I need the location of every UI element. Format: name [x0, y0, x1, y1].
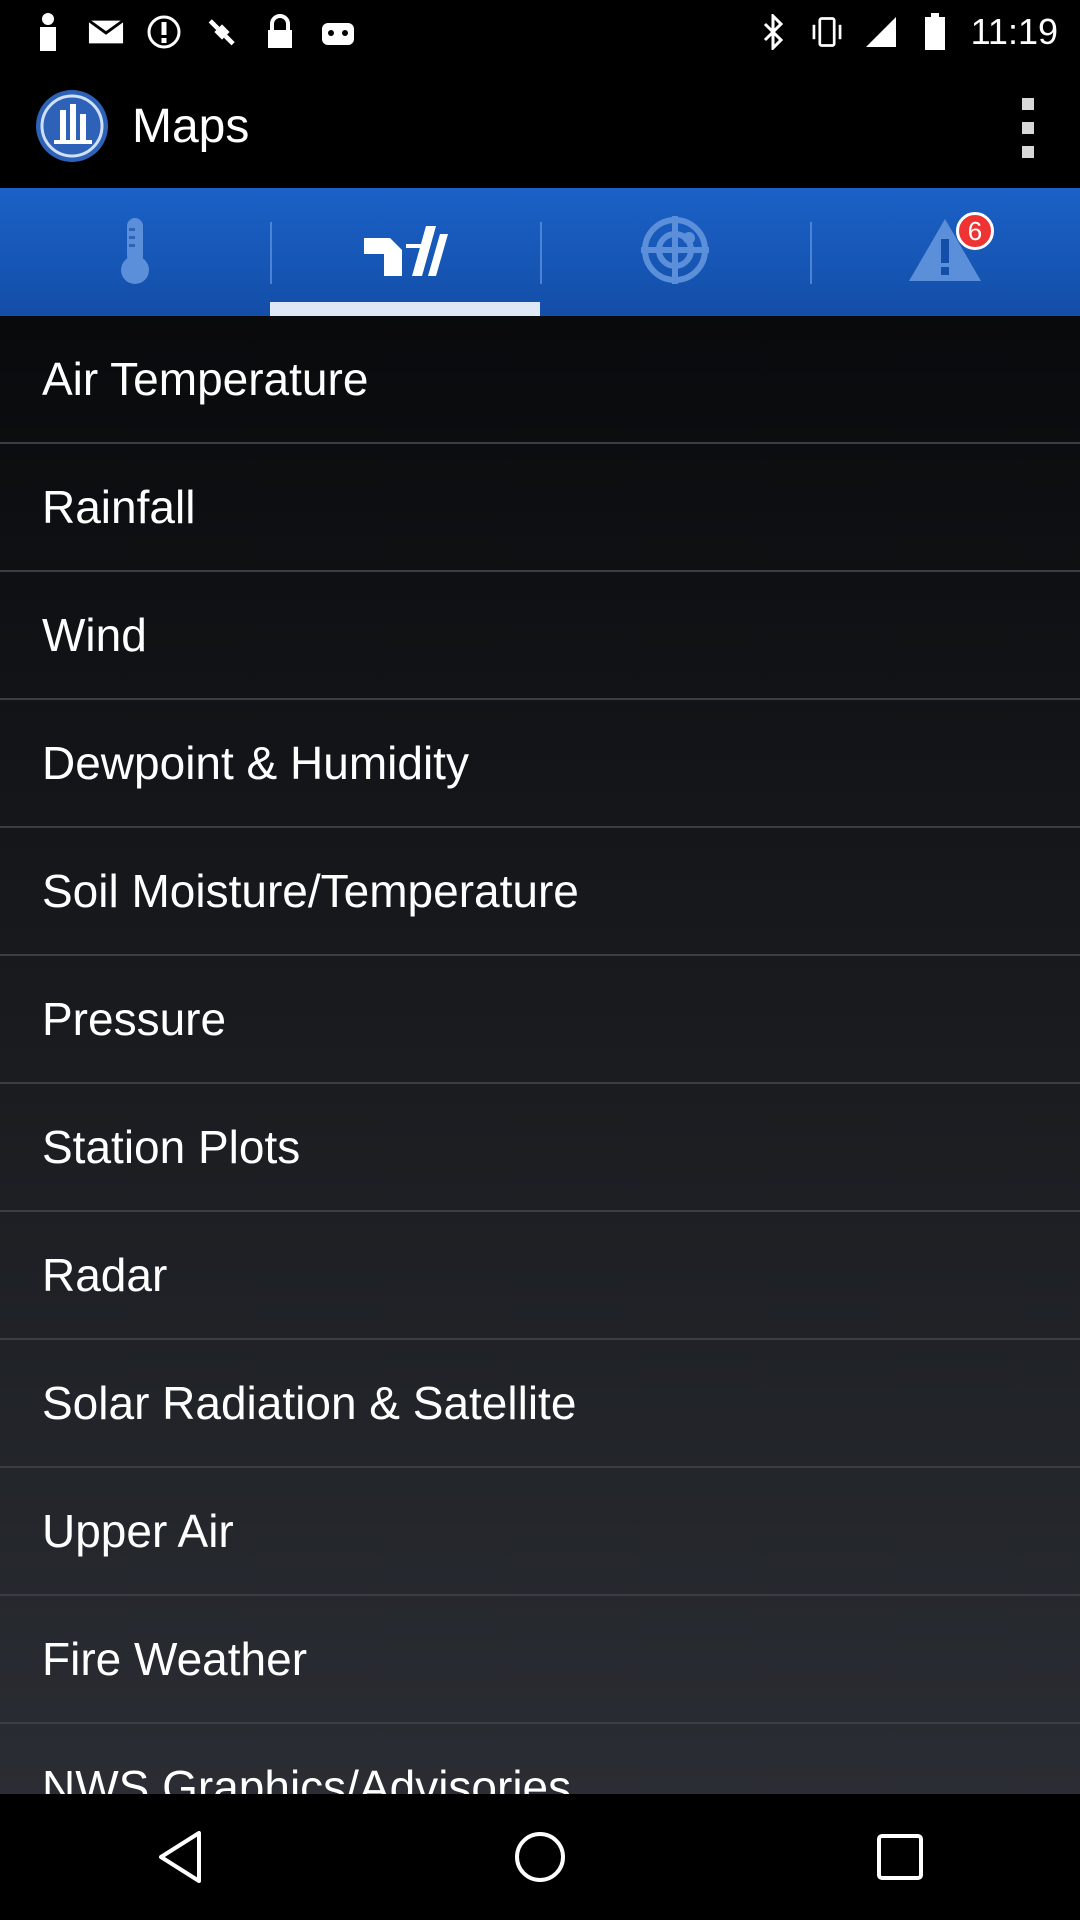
list-item-air-temperature[interactable]: Air Temperature [0, 316, 1080, 444]
list-item-fire-weather[interactable]: Fire Weather [0, 1596, 1080, 1724]
lock-icon [262, 14, 298, 50]
thermometer-icon [115, 214, 155, 291]
tab-radar[interactable] [540, 188, 810, 316]
recents-icon[interactable] [855, 1812, 945, 1902]
radar-icon [639, 214, 711, 291]
bluetooth-icon [755, 14, 791, 50]
list-item-pressure[interactable]: Pressure [0, 956, 1080, 1084]
list-item-wind[interactable]: Wind [0, 572, 1080, 700]
tab-temperature[interactable] [0, 188, 270, 316]
list-item-upper-air[interactable]: Upper Air [0, 1468, 1080, 1596]
tab-alerts[interactable]: 6 [810, 188, 1080, 316]
list-item-solar-radiation-satellite[interactable]: Solar Radiation & Satellite [0, 1340, 1080, 1468]
maps-icon [360, 222, 450, 283]
tab-bar: 6 [0, 188, 1080, 316]
more-vert-icon[interactable] [1016, 98, 1040, 158]
signal-icon [863, 14, 899, 50]
tab-maps[interactable] [270, 188, 540, 316]
list-item-rainfall[interactable]: Rainfall [0, 444, 1080, 572]
list-item-dewpoint-humidity[interactable]: Dewpoint & Humidity [0, 700, 1080, 828]
alert-circle-icon [146, 14, 182, 50]
fake-gps-icon [204, 14, 240, 50]
app-logo-icon [34, 88, 110, 164]
vibrate-icon [809, 14, 845, 50]
maps-menu-list: Air Temperature Rainfall Wind Dewpoint &… [0, 316, 1080, 1794]
app-bar: Maps [0, 64, 1080, 188]
status-bar: 11:19 [0, 0, 1080, 64]
alert-count-badge: 6 [956, 212, 994, 250]
list-item-station-plots[interactable]: Station Plots [0, 1084, 1080, 1212]
home-icon[interactable] [495, 1812, 585, 1902]
page-title: Maps [132, 99, 250, 153]
list-item-radar[interactable]: Radar [0, 1212, 1080, 1340]
back-icon[interactable] [135, 1812, 225, 1902]
navigation-bar [0, 1794, 1080, 1920]
list-item-nws-graphics-advisories[interactable]: NWS Graphics/Advisories [0, 1724, 1080, 1794]
list-item-soil-moisture-temperature[interactable]: Soil Moisture/Temperature [0, 828, 1080, 956]
android-icon [320, 14, 356, 50]
person-icon [30, 13, 66, 51]
battery-icon [917, 13, 953, 50]
status-time: 11:19 [970, 11, 1058, 52]
mail-icon [88, 14, 124, 50]
